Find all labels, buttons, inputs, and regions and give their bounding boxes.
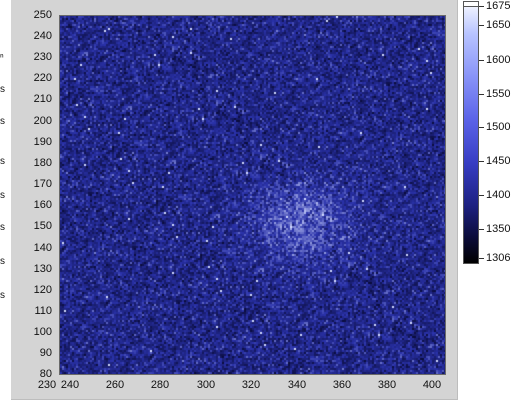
y-tick-label: 90 bbox=[39, 347, 52, 359]
x-tick-label: 340 bbox=[287, 379, 307, 391]
left-clipped-labels: ⁿ s s s s s s s bbox=[0, 0, 11, 403]
colorbar-label: 1550 bbox=[486, 88, 511, 100]
colorbar-tick bbox=[479, 94, 484, 95]
color-scale-ramp[interactable] bbox=[463, 1, 479, 264]
colorbar-tick bbox=[479, 229, 484, 230]
left-clip-label: s bbox=[0, 222, 5, 233]
colorbar-label[interactable]: 1675 bbox=[486, 0, 510, 12]
y-tick-label: 210 bbox=[33, 93, 52, 105]
y-tick-label: 180 bbox=[33, 157, 52, 169]
x-tick-label: 240 bbox=[60, 379, 80, 391]
x-tick-label: 360 bbox=[332, 379, 352, 391]
colorbar-label: 1400 bbox=[486, 189, 511, 201]
left-clip-label: s bbox=[0, 256, 5, 267]
colorbar-tick bbox=[479, 60, 484, 61]
y-tick-label: 230 bbox=[33, 51, 52, 63]
colorbar-label: 1650 bbox=[486, 19, 511, 31]
y-tick-label: 110 bbox=[34, 305, 52, 317]
colorbar-label: 1600 bbox=[486, 54, 511, 66]
colorbar-tick bbox=[479, 6, 484, 7]
intensity-graph[interactable]: 250 240 230 220 210 200 190 180 170 160 … bbox=[11, 0, 458, 400]
left-clip-label: s bbox=[0, 84, 5, 95]
y-tick-label: 160 bbox=[33, 199, 52, 211]
x-tick-label: 280 bbox=[150, 379, 170, 391]
colorbar-label: 1450 bbox=[486, 155, 511, 167]
x-tick-label: 320 bbox=[241, 379, 261, 391]
colorbar-label: 1500 bbox=[486, 121, 511, 133]
left-clip-label: ⁿ bbox=[0, 52, 4, 63]
x-tick-label: 380 bbox=[377, 379, 397, 391]
y-tick-label: 120 bbox=[33, 284, 52, 296]
y-tick-label: 130 bbox=[33, 263, 52, 275]
y-tick-label: 250 bbox=[33, 9, 52, 21]
y-tick-label: 150 bbox=[33, 220, 52, 232]
colorbar-tick bbox=[479, 195, 484, 196]
y-tick-label: 220 bbox=[33, 72, 52, 84]
x-tick-label: 300 bbox=[196, 379, 216, 391]
colorbar-label: 1350 bbox=[486, 223, 511, 235]
colorbar-tick bbox=[479, 25, 484, 26]
intensity-image[interactable] bbox=[60, 16, 445, 374]
colorbar-tick bbox=[479, 161, 484, 162]
x-tick-label: 400 bbox=[422, 379, 442, 391]
colorbar-tick bbox=[479, 127, 484, 128]
colorbar-tick bbox=[479, 258, 484, 259]
color-scale-max-marker bbox=[463, 1, 479, 7]
y-tick-label: 140 bbox=[33, 242, 52, 254]
y-tick-label: 170 bbox=[33, 178, 52, 190]
left-clip-label: s bbox=[0, 116, 5, 127]
x-tick-label: 260 bbox=[105, 379, 125, 391]
colorbar-label[interactable]: 1306 bbox=[486, 252, 510, 264]
y-tick-label: 100 bbox=[33, 326, 52, 338]
left-clip-label: s bbox=[0, 190, 5, 201]
left-clip-label: s bbox=[0, 156, 5, 167]
y-tick-label: 190 bbox=[33, 136, 52, 148]
y-tick-label: 240 bbox=[33, 30, 52, 42]
y-tick-label: 200 bbox=[33, 115, 52, 127]
plot-area[interactable] bbox=[59, 15, 446, 375]
left-clip-label: s bbox=[0, 290, 5, 301]
